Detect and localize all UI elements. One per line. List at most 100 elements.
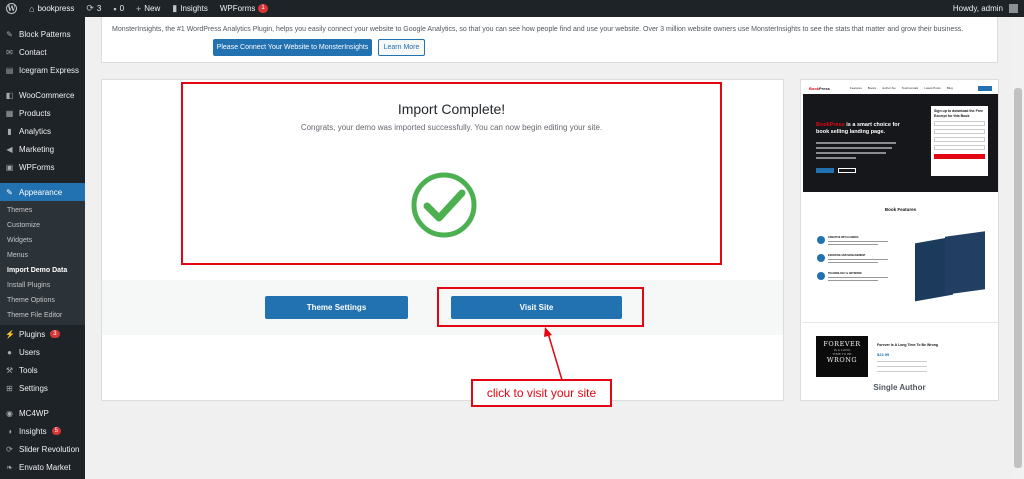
monsterinsights-notice: MonsterInsights, the #1 WordPress Analyt… bbox=[101, 17, 998, 63]
insights-link[interactable]: ▮ Insights bbox=[166, 0, 214, 17]
sidebar-item-label: Tools bbox=[19, 365, 38, 375]
preview-feature-line bbox=[828, 259, 888, 260]
site-name-link[interactable]: ⌂ bookpress bbox=[23, 0, 80, 17]
sidebar-item-appearance[interactable]: ✎ Appearance bbox=[0, 183, 85, 201]
learn-more-button[interactable]: Learn More bbox=[378, 39, 425, 56]
envato-icon: ❧ bbox=[6, 462, 13, 472]
preview-product-row bbox=[877, 361, 927, 362]
insights-label: Insights bbox=[180, 4, 208, 13]
preview-product-title: Forever Is A Long Time To Be Wrong bbox=[877, 343, 938, 347]
preview-hero-button bbox=[816, 168, 834, 173]
submenu-menus[interactable]: Menus bbox=[0, 248, 85, 263]
annotation-callout: click to visit your site bbox=[471, 379, 612, 407]
sidebar-item-woocommerce[interactable]: ◧ WooCommerce bbox=[0, 86, 85, 104]
preview-nav-item: Books bbox=[867, 86, 877, 90]
wordpress-icon: W bbox=[6, 3, 17, 14]
products-icon: ▦ bbox=[5, 108, 14, 118]
my-account-link[interactable]: Howdy, admin bbox=[947, 0, 1024, 17]
import-message: Congrats, your demo was imported success… bbox=[300, 123, 603, 132]
comments-link[interactable]: ▪ 0 bbox=[107, 0, 130, 17]
sidebar-item-label: Users bbox=[19, 347, 40, 357]
appearance-submenu: Themes Customize Widgets Menus Import De… bbox=[0, 201, 85, 325]
submenu-customize[interactable]: Customize bbox=[0, 218, 85, 233]
megaphone-icon: ◀ bbox=[6, 144, 13, 154]
preview-form-button bbox=[934, 154, 985, 159]
sidebar-item-insights[interactable]: ◑ Insights 5 bbox=[0, 422, 85, 440]
submenu-themes[interactable]: Themes bbox=[0, 203, 85, 218]
preview-features-title: Book Features bbox=[884, 207, 917, 212]
sidebar-item-slider-revolution[interactable]: ⟳ Slider Revolution bbox=[0, 440, 85, 458]
sidebar-item-label: Contact bbox=[19, 47, 47, 57]
sidebar-item-label: Settings bbox=[19, 383, 48, 393]
comment-icon: ▪ bbox=[113, 3, 117, 14]
submenu-widgets[interactable]: Widgets bbox=[0, 233, 85, 248]
preview-feature-line bbox=[828, 241, 888, 242]
new-content-link[interactable]: + New bbox=[130, 0, 166, 17]
wpforms-link[interactable]: WPForms 1 bbox=[214, 0, 274, 17]
insights-badge: 5 bbox=[51, 427, 61, 435]
sidebar-item-icegram[interactable]: ▤ Icegram Express bbox=[0, 61, 85, 79]
submenu-theme-options[interactable]: Theme Options bbox=[0, 293, 85, 308]
preview-hero-line bbox=[816, 142, 896, 144]
mc4wp-icon: ◉ bbox=[6, 408, 13, 418]
preview-product-price: $22.99 bbox=[877, 352, 890, 357]
sidebar-item-tools[interactable]: ⚒ Tools bbox=[0, 361, 85, 379]
book-cover-word: WRONG bbox=[826, 356, 858, 364]
sidebar-item-settings[interactable]: ⊞ Settings bbox=[0, 379, 85, 397]
plug-icon: ⚡ bbox=[5, 329, 15, 339]
preview-logo-suffix: Press bbox=[819, 85, 830, 91]
preview-product: FOREVER IS A LONG TIME TO BE WRONG Forev… bbox=[803, 322, 998, 377]
woo-icon: ◧ bbox=[5, 90, 14, 100]
submenu-theme-file-editor[interactable]: Theme File Editor bbox=[0, 308, 85, 323]
scrollbar-thumb[interactable] bbox=[1014, 88, 1022, 468]
wp-logo-menu[interactable]: W bbox=[0, 0, 23, 17]
preview-feature-line bbox=[828, 262, 878, 263]
pin-icon: ✎ bbox=[6, 29, 13, 39]
preview-feature-line bbox=[828, 244, 878, 245]
wpforms-label: WPForms bbox=[219, 4, 256, 13]
sidebar-item-plugins[interactable]: ⚡ Plugins 3 bbox=[0, 325, 85, 343]
preview-caption: Single Author bbox=[873, 383, 926, 392]
sidebar-item-mc4wp[interactable]: ◉ MC4WP bbox=[0, 404, 85, 422]
wpforms-badge: 1 bbox=[258, 4, 268, 13]
annotation-arrow-icon bbox=[544, 327, 563, 381]
wrench-icon: ⚒ bbox=[5, 365, 14, 375]
submenu-install-plugins[interactable]: Install Plugins bbox=[0, 278, 85, 293]
preview-form-field bbox=[934, 137, 985, 142]
book-cover-word: FOREVER bbox=[823, 340, 861, 348]
sidebar-item-users[interactable]: ● Users bbox=[0, 343, 85, 361]
sidebar-item-label: Icegram Express bbox=[19, 65, 80, 75]
preview-feature-line bbox=[828, 277, 888, 278]
plugins-badge: 3 bbox=[50, 330, 60, 338]
sidebar-item-envato-market[interactable]: ❧ Envato Market bbox=[0, 458, 85, 476]
comments-count: 0 bbox=[119, 4, 125, 13]
preview-hero-button bbox=[838, 168, 856, 173]
preview-product-row bbox=[877, 366, 927, 367]
home-icon: ⌂ bbox=[29, 3, 35, 14]
preview-hero-line bbox=[816, 152, 886, 154]
sidebar-item-block-patterns[interactable]: ✎ Block Patterns bbox=[0, 25, 85, 43]
sidebar-item-products[interactable]: ▦ Products bbox=[0, 104, 85, 122]
preview-nav-button bbox=[978, 85, 992, 91]
mail-icon: ✉ bbox=[6, 47, 13, 57]
demo-preview-card: BookPress Features Books Author bio Test… bbox=[800, 79, 999, 401]
preview-feature-icon bbox=[817, 254, 825, 262]
email-icon: ▤ bbox=[5, 65, 14, 75]
preview-nav-item: Testimonials bbox=[901, 86, 919, 90]
sidebar-item-contact[interactable]: ✉ Contact bbox=[0, 43, 85, 61]
preview-feature-icon bbox=[817, 236, 825, 244]
connect-monsterinsights-button[interactable]: Please Connect Your Website to MonsterIn… bbox=[213, 39, 372, 56]
submenu-import-demo-data[interactable]: Import Demo Data bbox=[0, 263, 85, 278]
preview-book-image bbox=[945, 231, 985, 295]
settings-icon: ⊞ bbox=[6, 383, 13, 393]
analytics-icon: ▮ bbox=[7, 126, 12, 136]
sidebar-item-analytics[interactable]: ▮ Analytics bbox=[0, 122, 85, 140]
updates-link[interactable]: ⟳ 3 bbox=[80, 0, 107, 17]
preview-feature-icon bbox=[817, 272, 825, 280]
sidebar-item-label: Slider Revolution bbox=[19, 444, 80, 454]
theme-settings-button[interactable]: Theme Settings bbox=[265, 296, 408, 319]
sidebar-item-wpforms[interactable]: ▣ WPForms bbox=[0, 158, 85, 176]
new-label: New bbox=[144, 4, 161, 13]
sidebar-item-marketing[interactable]: ◀ Marketing bbox=[0, 140, 85, 158]
preview-hero-title: BookPress is a smart choice for book sel… bbox=[816, 122, 911, 136]
